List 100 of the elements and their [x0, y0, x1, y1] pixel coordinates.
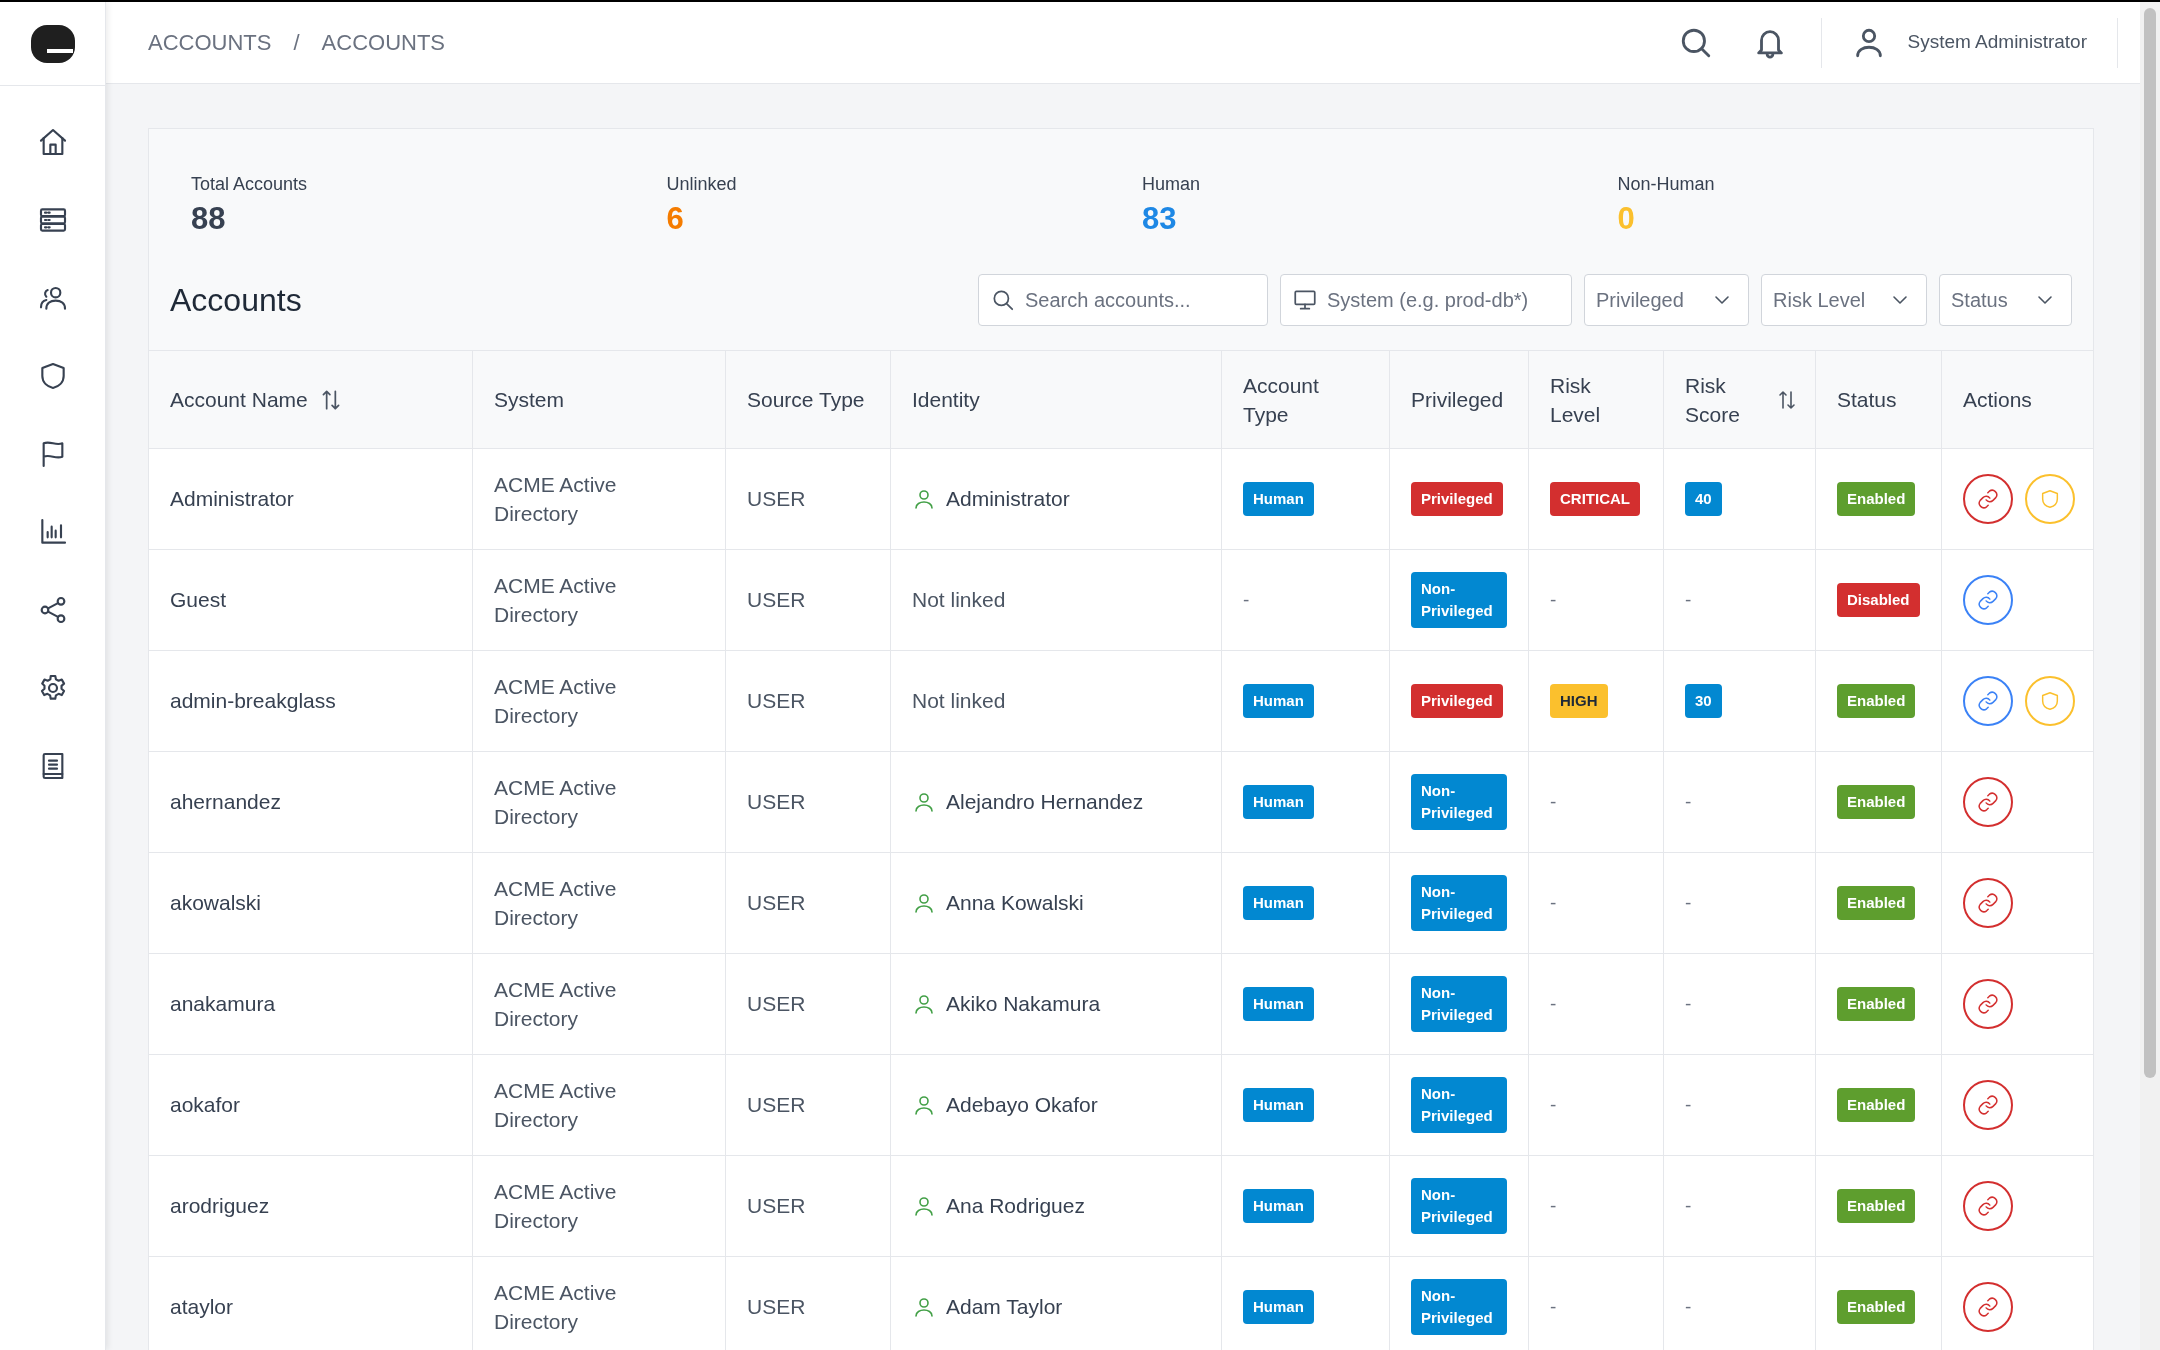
- identity-link[interactable]: Anna Kowalski: [946, 887, 1084, 919]
- column-header: Actions: [1963, 387, 2032, 413]
- empty-value: -: [1685, 1193, 1692, 1218]
- source-type: USER: [747, 1294, 806, 1321]
- user-menu[interactable]: System Administrator: [1851, 17, 2118, 68]
- account-name: arodriguez: [170, 1193, 270, 1220]
- link-icon: [1977, 1296, 1999, 1318]
- identity-link[interactable]: Akiko Nakamura: [946, 988, 1101, 1020]
- status-badge: Enabled: [1837, 785, 1916, 819]
- column-header: Status: [1837, 387, 1897, 413]
- account-type-badge: Human: [1243, 1088, 1314, 1122]
- source-type: USER: [747, 991, 806, 1018]
- shield-icon: [2039, 488, 2061, 510]
- system-name: ACME Active Directory: [494, 674, 618, 729]
- identity-link[interactable]: Administrator: [946, 483, 1070, 515]
- link-button[interactable]: [1963, 575, 2013, 625]
- privileged-badge: Non-Privileged: [1411, 1178, 1507, 1234]
- empty-value: -: [1550, 890, 1557, 915]
- empty-value: -: [1685, 789, 1692, 814]
- empty-value: -: [1685, 991, 1692, 1016]
- link-icon: [1977, 589, 1999, 611]
- identity-status: Not linked: [912, 587, 1006, 614]
- column-header: Account Type: [1243, 372, 1320, 428]
- risk-level-badge: HIGH: [1550, 684, 1608, 718]
- stat-value: 0: [1617, 200, 1636, 238]
- empty-value: -: [1685, 890, 1692, 915]
- privileged-badge: Non-Privileged: [1411, 875, 1507, 931]
- stat-label: Total Accounts: [191, 173, 309, 196]
- account-name: anakamura: [170, 991, 276, 1018]
- system-field[interactable]: System (e.g. prod-db*): [1280, 274, 1572, 326]
- link-icon: [1977, 1094, 1999, 1116]
- account-name: ataylor: [170, 1294, 234, 1321]
- breadcrumb-item[interactable]: ACCOUNTS: [321, 26, 446, 59]
- account-type-badge: Human: [1243, 785, 1314, 819]
- identity-link[interactable]: Alejandro Hernandez: [946, 786, 1144, 818]
- filter-dropdown[interactable]: Status: [1939, 274, 2072, 326]
- system-name: ACME Active Directory: [494, 573, 618, 628]
- filter-dropdown[interactable]: Risk Level: [1761, 274, 1927, 326]
- column-header: System: [494, 387, 564, 413]
- user-name: System Administrator: [1907, 30, 2087, 55]
- empty-value: -: [1685, 1294, 1692, 1319]
- identity-link[interactable]: Ana Rodriguez: [946, 1190, 1085, 1222]
- source-type: USER: [747, 587, 806, 614]
- link-icon: [1977, 690, 1999, 712]
- stat-value: 88: [191, 200, 227, 238]
- empty-value: -: [1685, 1092, 1692, 1117]
- identity-link[interactable]: Adebayo Okafor: [946, 1089, 1098, 1121]
- search-field[interactable]: Search accounts...: [978, 274, 1268, 326]
- identity-link[interactable]: Adam Taylor: [946, 1291, 1063, 1323]
- system-name: ACME Active Directory: [494, 977, 618, 1032]
- empty-value: -: [1550, 587, 1557, 612]
- breadcrumb-item[interactable]: ACCOUNTS: [148, 26, 272, 59]
- filter-dropdown[interactable]: Privileged: [1584, 274, 1749, 326]
- link-button[interactable]: [1963, 1282, 2013, 1332]
- status-badge: Enabled: [1837, 886, 1916, 920]
- privileged-badge: Non-Privileged: [1411, 774, 1507, 830]
- logo-icon[interactable]: [30, 24, 75, 63]
- page-title: Accounts: [170, 281, 302, 320]
- account-type-badge: Human: [1243, 987, 1314, 1021]
- link-button[interactable]: [1963, 979, 2013, 1029]
- source-type: USER: [747, 486, 806, 513]
- column-header: Source Type: [747, 387, 865, 413]
- empty-value: -: [1243, 587, 1250, 612]
- column-header: Privileged: [1411, 387, 1504, 413]
- link-icon: [1977, 791, 1999, 813]
- account-name: akowalski: [170, 890, 262, 917]
- link-button[interactable]: [1963, 1181, 2013, 1231]
- status-badge: Enabled: [1837, 1088, 1916, 1122]
- scrollbar-thumb[interactable]: [2144, 8, 2156, 1078]
- link-button[interactable]: [1963, 878, 2013, 928]
- system-name: ACME Active Directory: [494, 1280, 618, 1335]
- link-button[interactable]: [1963, 676, 2013, 726]
- link-button[interactable]: [1963, 1080, 2013, 1130]
- privileged-badge: Non-Privileged: [1411, 572, 1507, 628]
- column-header: Risk Score: [1685, 372, 1741, 428]
- link-button[interactable]: [1963, 474, 2013, 524]
- privileged-badge: Non-Privileged: [1411, 976, 1507, 1032]
- account-type-badge: Human: [1243, 886, 1314, 920]
- monitor-icon: [1292, 287, 1318, 313]
- empty-value: -: [1550, 991, 1557, 1016]
- status-badge: Enabled: [1837, 1290, 1916, 1324]
- account-name: Guest: [170, 587, 227, 614]
- privileged-badge: Non-Privileged: [1411, 1077, 1507, 1133]
- empty-value: -: [1550, 1092, 1557, 1117]
- link-icon: [1977, 993, 1999, 1015]
- privileged-badge: Privileged: [1411, 684, 1503, 718]
- status-badge: Disabled: [1837, 583, 1920, 617]
- empty-value: -: [1550, 1294, 1557, 1319]
- status-badge: Enabled: [1837, 1189, 1916, 1223]
- column-header: Account Name: [170, 387, 308, 413]
- risk-score-badge: 40: [1685, 482, 1722, 516]
- account-type-badge: Human: [1243, 482, 1314, 516]
- link-button[interactable]: [1963, 777, 2013, 827]
- stat-label: Unlinked: [666, 173, 738, 196]
- status-badge: Enabled: [1837, 482, 1916, 516]
- stat-value: 6: [666, 200, 685, 238]
- account-type-badge: Human: [1243, 1189, 1314, 1223]
- status-badge: Enabled: [1837, 684, 1916, 718]
- stat-value: 83: [1142, 200, 1178, 238]
- privileged-badge: Non-Privileged: [1411, 1279, 1507, 1335]
